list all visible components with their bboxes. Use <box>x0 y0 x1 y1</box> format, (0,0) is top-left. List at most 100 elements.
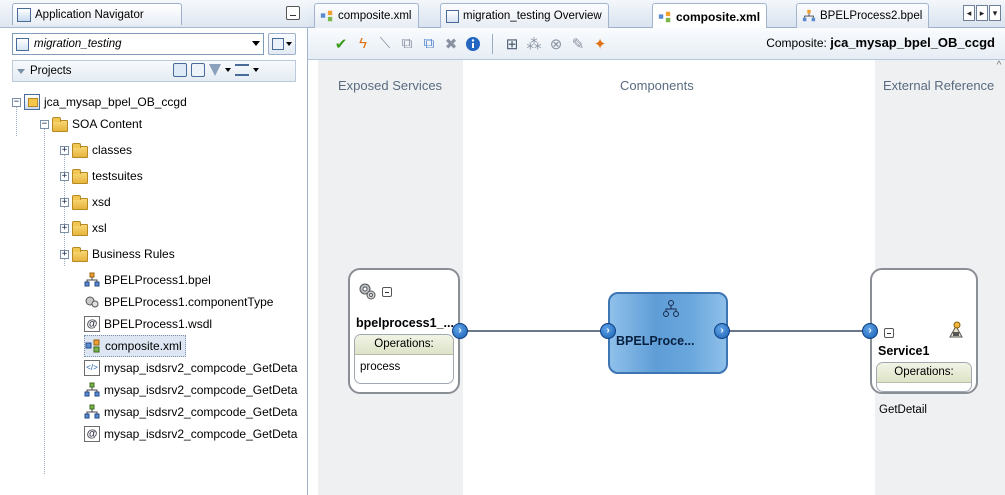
reference-name: Service1 <box>878 344 930 358</box>
copy-icon[interactable]: ⧉ <box>396 33 418 55</box>
scroll-left-icon[interactable]: ◂ <box>963 5 975 21</box>
tab-composite-xml-active[interactable]: composite.xml <box>652 3 768 31</box>
collapse-icon[interactable]: − <box>40 119 49 129</box>
tree-node-file[interactable]: @ mysap_isdsrv2_compcode_GetDeta <box>84 423 297 445</box>
bpel-process-icon <box>84 404 100 420</box>
external-references-header: External Reference <box>883 78 995 93</box>
service-port-icon[interactable]: › <box>452 323 468 339</box>
tree-node-soa-content[interactable]: − SOA Content <box>40 113 142 135</box>
application-name: migration_testing <box>34 38 122 50</box>
application-dropdown[interactable]: migration_testing <box>12 33 264 55</box>
scrollbar-up-arrow[interactable]: ^ <box>993 60 1005 80</box>
composite-icon <box>658 10 672 24</box>
bpel-process-icon <box>84 272 100 288</box>
scroll-right-icon[interactable]: ▸ <box>976 5 988 21</box>
tree-node-folder[interactable]: + xsd <box>60 191 111 213</box>
tab-list-icon[interactable]: ▾ <box>989 5 1001 21</box>
lightning-icon[interactable]: ϟ <box>352 33 374 55</box>
navigator-title-bar: Application Navigator <box>0 0 308 28</box>
zoom-icon[interactable]: ⊞ <box>501 33 523 55</box>
filter-icon[interactable] <box>209 64 221 76</box>
minimize-button[interactable] <box>286 6 300 20</box>
sort-icon[interactable] <box>235 64 249 76</box>
project-icon <box>24 94 40 110</box>
wire-service-to-component[interactable] <box>458 330 610 332</box>
wire-component-to-reference[interactable] <box>724 330 864 332</box>
reference-operations: Operations: <box>876 362 972 392</box>
exposed-services-header: Exposed Services <box>338 78 443 93</box>
tree-node-folder[interactable]: + xsl <box>60 217 107 239</box>
tree-node-label: SOA Content <box>72 117 143 131</box>
refresh-icon[interactable] <box>173 63 187 77</box>
composite-label: Composite: jca_mysap_bpel_OB_ccgd <box>766 35 995 50</box>
expand-icon[interactable]: + <box>60 197 69 207</box>
folder-icon <box>52 116 68 132</box>
tree-node-folder[interactable]: + testsuites <box>60 165 143 187</box>
properties-icon[interactable] <box>191 63 205 77</box>
operation-item[interactable]: GetDetail <box>879 404 927 416</box>
collapse-box-icon[interactable] <box>884 328 894 338</box>
application-icon <box>446 9 459 23</box>
component-input-port-icon[interactable]: › <box>600 323 616 339</box>
tree-node-folder[interactable]: + classes <box>60 139 132 161</box>
collapse-icon[interactable]: − <box>12 97 21 107</box>
component-output-port-icon[interactable]: › <box>714 323 730 339</box>
delete-icon[interactable]: ✖ <box>440 33 462 55</box>
external-reference-box[interactable]: › Service1 Operations: <box>862 268 978 394</box>
application-navigator-icon <box>17 7 31 22</box>
expand-icon[interactable]: + <box>60 249 69 259</box>
xsd-file-icon: </> <box>84 360 100 376</box>
operation-item[interactable]: process <box>355 355 453 379</box>
application-menu-icon <box>272 38 284 50</box>
chevron-down-icon[interactable] <box>253 68 259 72</box>
tab-bpelprocess2[interactable]: BPELProcess2.bpel <box>796 3 930 28</box>
reference-port-icon[interactable]: › <box>862 323 878 339</box>
projects-label: Projects <box>30 65 72 77</box>
composite-name: jca_mysap_bpel_OB_ccgd <box>830 35 995 50</box>
operations-label: Operations: <box>355 335 453 355</box>
paste-icon[interactable]: ⧉ <box>418 33 440 55</box>
info-icon[interactable] <box>462 33 484 55</box>
composite-label-prefix: Composite: <box>766 36 827 50</box>
editor-tab-bar: composite.xml migration_testing Overview… <box>308 0 1005 31</box>
tree-node-file[interactable]: BPELProcess1.bpel <box>84 269 211 291</box>
tree-node-file[interactable]: @ BPELProcess1.wsdl <box>84 313 212 335</box>
wire-icon[interactable]: ⟍ <box>374 33 396 55</box>
tree-node-project[interactable]: − jca_mysap_bpel_OB_ccgd <box>12 91 187 113</box>
tree-node-label: BPELProcess1.componentType <box>104 295 274 309</box>
projects-header[interactable]: Projects <box>12 60 296 82</box>
collapse-box-icon[interactable] <box>382 287 392 297</box>
edit-icon[interactable]: ✎ <box>567 33 589 55</box>
tree-node-label: mysap_isdsrv2_compcode_GetDeta <box>104 405 298 419</box>
application-selector-row: migration_testing <box>12 33 296 57</box>
chevron-down-icon[interactable] <box>225 68 231 72</box>
tree-node-file[interactable]: mysap_isdsrv2_compcode_GetDeta <box>84 379 297 401</box>
service-operations: Operations: process <box>354 334 454 384</box>
application-icon <box>16 37 29 51</box>
expand-icon[interactable]: + <box>60 223 69 233</box>
validate-icon[interactable]: ✔ <box>330 33 352 55</box>
navigator-tab[interactable]: Application Navigator <box>12 3 182 25</box>
bpel-component-box[interactable]: › BPELProce... › <box>600 292 730 374</box>
expand-icon[interactable]: + <box>60 171 69 181</box>
expand-icon[interactable]: + <box>60 145 69 155</box>
application-menu-button[interactable] <box>268 33 296 55</box>
composite-editor: composite.xml migration_testing Overview… <box>308 0 1005 495</box>
layout-icon[interactable]: ⁂ <box>523 33 545 55</box>
composite-canvas[interactable]: Exposed Services Components External Ref… <box>318 60 1005 495</box>
tab-overview[interactable]: migration_testing Overview <box>440 3 609 28</box>
tree-node-folder[interactable]: + Business Rules <box>60 243 175 265</box>
exposed-service-box[interactable]: bpelprocess1_... Operations: process › <box>348 268 468 394</box>
test-icon[interactable]: ✦ <box>589 33 611 55</box>
tree-node-label: BPELProcess1.wsdl <box>104 317 213 331</box>
tree-node-file[interactable]: </> mysap_isdsrv2_compcode_GetDeta <box>84 357 297 379</box>
tree-node-file[interactable]: BPELProcess1.componentType <box>84 291 273 313</box>
bpel-process-icon <box>663 300 679 321</box>
composite-icon <box>85 338 101 354</box>
tab-composite-xml[interactable]: composite.xml <box>314 3 419 28</box>
deploy-icon[interactable]: ⊗ <box>545 33 567 55</box>
folder-icon <box>72 194 88 210</box>
tree-node-file[interactable]: mysap_isdsrv2_compcode_GetDeta <box>84 401 297 423</box>
tree-node-file-selected[interactable]: composite.xml <box>84 335 186 357</box>
composite-icon <box>320 9 334 23</box>
